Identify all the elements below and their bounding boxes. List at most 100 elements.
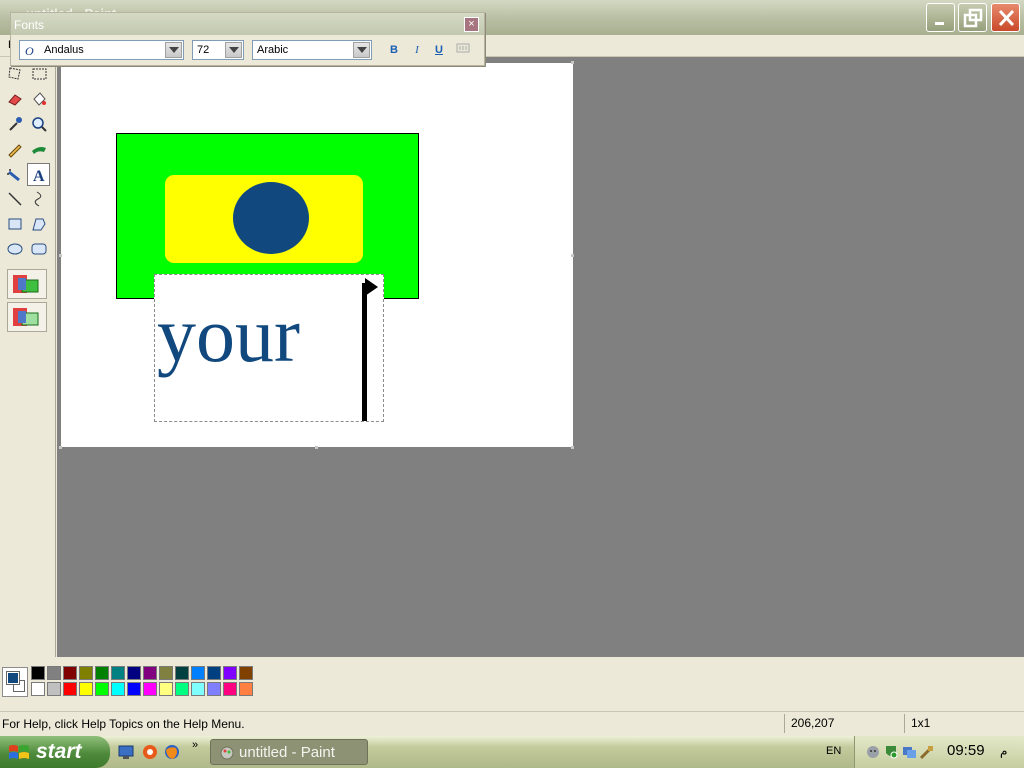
restore-button[interactable] <box>958 3 987 32</box>
current-colors-box <box>2 667 28 697</box>
opaque-shapes-icon <box>13 275 39 293</box>
palette-swatch[interactable] <box>63 666 77 680</box>
font-size-dropdown-arrow[interactable] <box>225 42 242 58</box>
taskbar-paint-button[interactable]: untitled - Paint <box>210 739 368 765</box>
palette-swatch[interactable] <box>207 682 221 696</box>
text-input-box[interactable]: your <box>154 274 384 422</box>
browser-icon[interactable] <box>142 744 158 760</box>
rounded-rectangle-tool[interactable] <box>27 237 50 260</box>
palette-swatch[interactable] <box>207 666 221 680</box>
palette-swatch[interactable] <box>239 682 253 696</box>
palette-swatch[interactable] <box>127 682 141 696</box>
rectangle-tool[interactable] <box>3 212 26 235</box>
svg-text:O: O <box>25 44 34 56</box>
text-tool[interactable]: A <box>27 163 50 186</box>
palette-swatch[interactable] <box>239 666 253 680</box>
palette-swatch[interactable] <box>143 682 157 696</box>
vertical-text-button[interactable] <box>454 42 472 59</box>
italic-button[interactable]: I <box>408 42 426 59</box>
vertical-text-icon <box>456 43 470 53</box>
font-name-select[interactable]: O Andalus <box>19 40 184 60</box>
palette-swatch[interactable] <box>111 666 125 680</box>
paint-bucket-icon <box>32 91 46 106</box>
quicklaunch-overflow-chevron[interactable]: » <box>192 739 208 755</box>
palette-swatch[interactable] <box>111 682 125 696</box>
script-dropdown-arrow[interactable] <box>353 42 370 58</box>
tools-tray-icon[interactable] <box>919 744 935 760</box>
palette-swatch[interactable] <box>143 666 157 680</box>
color-picker-tool[interactable] <box>3 112 26 135</box>
line-tool[interactable] <box>3 187 26 210</box>
palette-swatch[interactable] <box>159 682 173 696</box>
show-desktop-icon[interactable] <box>118 744 134 760</box>
caret-direction-icon <box>365 278 378 296</box>
font-name-dropdown-arrow[interactable] <box>165 42 182 58</box>
fonts-toolbar-title-bar[interactable]: Fonts × <box>11 13 484 35</box>
messenger-tray-icon[interactable] <box>865 744 881 760</box>
canvas-handle[interactable] <box>59 446 62 449</box>
palette-swatch[interactable] <box>47 666 61 680</box>
palette-swatch[interactable] <box>175 682 189 696</box>
curve-icon <box>34 191 41 206</box>
font-size-select[interactable]: 72 <box>192 40 244 60</box>
palette-swatch[interactable] <box>159 666 173 680</box>
opaque-background-option[interactable] <box>7 269 47 299</box>
palette-swatch[interactable] <box>223 682 237 696</box>
palette-swatch[interactable] <box>223 666 237 680</box>
start-button[interactable]: start <box>0 736 110 768</box>
canvas-handle[interactable] <box>59 254 62 257</box>
script-value: Arabic <box>257 44 289 56</box>
palette-swatch[interactable] <box>31 682 45 696</box>
canvas-handle[interactable] <box>315 446 318 449</box>
font-name-value: Andalus <box>44 44 84 56</box>
status-selection-size: 1x1 <box>911 716 931 730</box>
firefox-icon[interactable] <box>164 744 180 760</box>
line-icon <box>7 191 22 206</box>
status-help-text: For Help, click Help Topics on the Help … <box>2 717 245 731</box>
palette-swatch[interactable] <box>175 666 189 680</box>
rounded-rectangle-icon <box>31 243 46 254</box>
brush-tool[interactable] <box>27 137 50 160</box>
underline-button[interactable]: U <box>430 42 448 59</box>
bold-button[interactable]: B <box>385 42 403 59</box>
eyedropper-icon <box>8 116 22 131</box>
canvas-handle[interactable] <box>571 61 574 64</box>
eraser-tool[interactable] <box>3 87 26 110</box>
curve-tool[interactable] <box>27 187 50 210</box>
close-button[interactable] <box>991 3 1020 32</box>
polygon-tool[interactable] <box>27 212 50 235</box>
palette-swatch[interactable] <box>191 666 205 680</box>
fill-tool[interactable] <box>27 87 50 110</box>
canvas-handle[interactable] <box>571 446 574 449</box>
fonts-close-button[interactable]: × <box>464 17 479 32</box>
drawing-canvas[interactable]: your <box>61 63 573 447</box>
free-select-icon <box>7 66 21 80</box>
canvas-handle[interactable] <box>571 254 574 257</box>
ellipse-tool[interactable] <box>3 237 26 260</box>
palette-swatch[interactable] <box>191 682 205 696</box>
palette-swatch[interactable] <box>79 666 93 680</box>
language-indicator[interactable]: EN <box>826 745 841 757</box>
palette-swatch[interactable] <box>63 682 77 696</box>
minimize-button[interactable] <box>926 3 955 32</box>
script-select[interactable]: Arabic <box>252 40 372 60</box>
color-palette <box>0 657 1024 707</box>
palette-swatch[interactable] <box>79 682 93 696</box>
airbrush-tool[interactable] <box>3 163 26 186</box>
pencil-tool[interactable] <box>3 137 26 160</box>
security-shield-tray-icon[interactable] <box>883 744 899 760</box>
status-size-cell: 1x1 <box>904 714 1024 733</box>
network-tray-icon[interactable] <box>901 744 917 760</box>
rect-select-icon <box>32 68 46 79</box>
palette-swatch[interactable] <box>127 666 141 680</box>
start-label: start <box>36 740 82 763</box>
transparent-shapes-icon <box>13 308 39 326</box>
palette-swatch[interactable] <box>31 666 45 680</box>
palette-swatch[interactable] <box>47 682 61 696</box>
magnifier-tool[interactable] <box>27 112 50 135</box>
transparent-background-option[interactable] <box>7 302 47 332</box>
fonts-toolbar: Fonts × O Andalus 72 Arabic B I U <box>10 12 485 66</box>
text-a-icon: A <box>33 168 45 184</box>
palette-swatch[interactable] <box>95 666 109 680</box>
palette-swatch[interactable] <box>95 682 109 696</box>
